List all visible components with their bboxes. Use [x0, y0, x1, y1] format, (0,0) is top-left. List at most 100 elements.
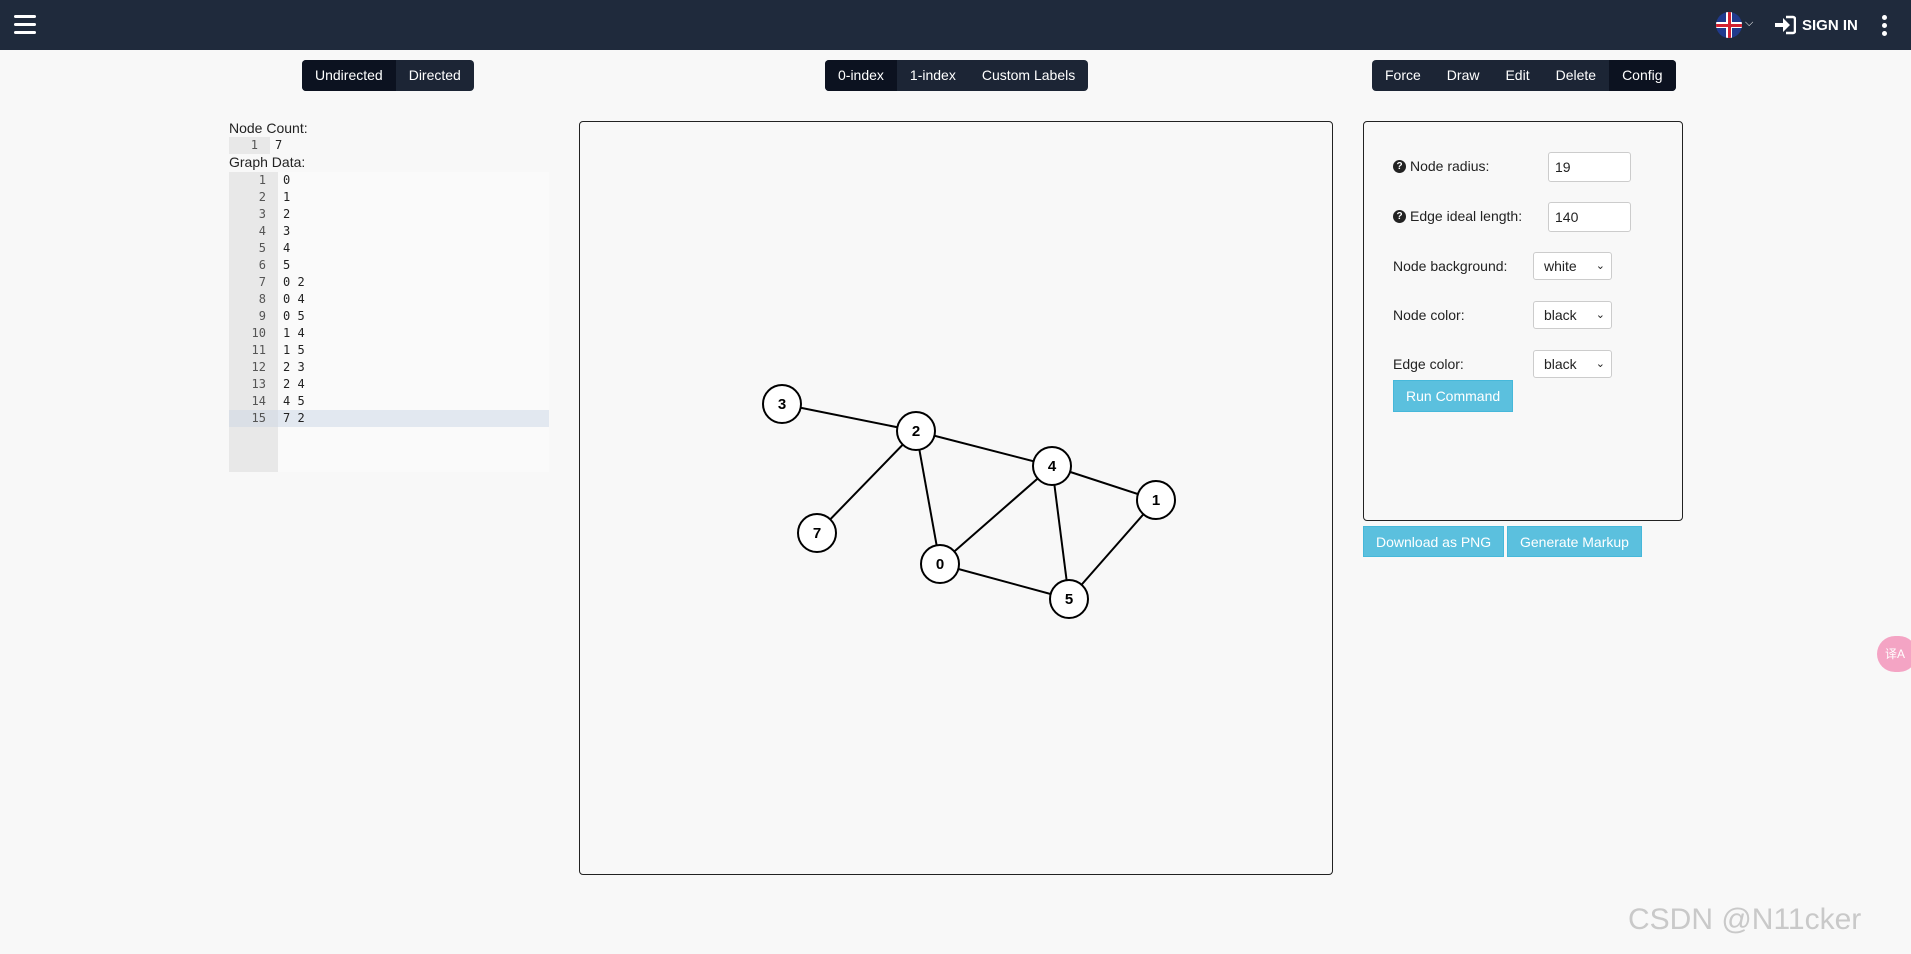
- graph-data-line: 3: [283, 224, 291, 238]
- edge-0-2[interactable]: [915, 430, 941, 565]
- line-number: 6: [258, 258, 266, 272]
- node-label: 1: [1152, 492, 1160, 509]
- graph-data-line: 7 2: [278, 410, 549, 427]
- uk-flag-icon: [1716, 12, 1742, 38]
- undirected-button[interactable]: Undirected: [302, 60, 396, 91]
- graph-data-line: 0 5: [283, 309, 305, 323]
- one-index-button[interactable]: 1-index: [897, 60, 969, 91]
- graph-data-line: 0 4: [283, 292, 305, 306]
- node-background-select[interactable]: white ⌄: [1533, 252, 1612, 280]
- node-0[interactable]: 0: [920, 544, 960, 584]
- graph-data-editor[interactable]: 1 2 3 4 5 6 7 8 9 10 11 12 13 14 15 0123450 20 40 51 4…: [229, 172, 549, 472]
- help-icon[interactable]: ?: [1393, 159, 1406, 173]
- line-number: 9: [258, 309, 266, 323]
- node-radius-input[interactable]: [1548, 152, 1631, 182]
- delete-mode-button[interactable]: Delete: [1543, 60, 1609, 91]
- node-color-select[interactable]: black ⌄: [1533, 301, 1612, 329]
- graph-data-line: 4 5: [283, 394, 305, 408]
- node-4[interactable]: 4: [1032, 446, 1072, 486]
- sign-in-label: SIGN IN: [1802, 16, 1858, 34]
- node-background-label: Node background:: [1393, 258, 1508, 274]
- node-label: 5: [1065, 591, 1073, 608]
- chevron-down-icon: ⌄: [1595, 260, 1605, 272]
- sign-in-icon: [1775, 15, 1796, 35]
- directed-button[interactable]: Directed: [396, 60, 474, 91]
- node-label: 3: [778, 396, 786, 413]
- help-icon[interactable]: ?: [1393, 209, 1406, 223]
- force-mode-button[interactable]: Force: [1372, 60, 1434, 91]
- edge-2-3[interactable]: [781, 403, 917, 432]
- node-2[interactable]: 2: [896, 411, 936, 451]
- graph-data-line: 5: [283, 258, 291, 272]
- edge-color-select[interactable]: black ⌄: [1533, 350, 1612, 378]
- line-number: 10: [251, 326, 266, 340]
- edge-7-2[interactable]: [816, 430, 917, 534]
- menu-icon[interactable]: [14, 15, 36, 35]
- edge-0-4[interactable]: [939, 465, 1053, 565]
- mode-toggle: Force Draw Edit Delete Config: [1372, 60, 1676, 91]
- chevron-down-icon: ⌵: [1745, 17, 1754, 29]
- node-count-editor[interactable]: 1 7: [229, 137, 549, 154]
- graph-data-line: 1 5: [283, 343, 305, 357]
- graph-data-line: 0: [283, 173, 291, 187]
- edge-color-label: Edge color:: [1393, 356, 1464, 372]
- graph-data-line: 2 4: [283, 377, 305, 391]
- node-count-value: 7: [275, 138, 283, 152]
- custom-labels-button[interactable]: Custom Labels: [969, 60, 1088, 91]
- line-number: 2: [258, 190, 266, 204]
- graph-data-line: 2 3: [283, 360, 305, 374]
- graph-data-line: 4: [283, 241, 291, 255]
- graph-type-toggle: Undirected Directed: [302, 60, 474, 91]
- edge-length-row: ? Edge ideal length:: [1393, 208, 1522, 224]
- graph-data-line: 1 4: [283, 326, 305, 340]
- line-number: 4: [258, 224, 266, 238]
- line-number: 3: [258, 207, 266, 221]
- node-label: 4: [1048, 458, 1057, 475]
- zero-index-button[interactable]: 0-index: [825, 60, 897, 91]
- run-command-button[interactable]: Run Command: [1393, 380, 1514, 412]
- sign-in-button[interactable]: SIGN IN: [1774, 13, 1858, 37]
- top-navbar: ⌵ SIGN IN: [0, 0, 1911, 50]
- node-7[interactable]: 7: [797, 513, 837, 553]
- line-number: 15: [229, 410, 278, 427]
- edit-mode-button[interactable]: Edit: [1492, 60, 1542, 91]
- config-panel: ? Node radius: ? Edge ideal length: Node…: [1363, 121, 1683, 521]
- line-number: 11: [251, 343, 266, 357]
- more-options-icon[interactable]: [1882, 15, 1890, 37]
- edge-length-label: Edge ideal length:: [1410, 208, 1523, 224]
- chevron-down-icon: ⌄: [1595, 309, 1605, 321]
- download-png-button[interactable]: Download as PNG: [1363, 526, 1505, 557]
- line-number: 13: [251, 377, 266, 391]
- line-number: 5: [258, 241, 266, 255]
- graph-data-line: 2: [283, 207, 291, 221]
- node-count-label: Node Count:: [229, 120, 308, 136]
- chevron-down-icon: ⌄: [1595, 358, 1605, 370]
- graph-data-line: 0 2: [283, 275, 305, 289]
- node-radius-label: Node radius:: [1410, 158, 1490, 174]
- line-number: 14: [251, 394, 266, 408]
- graph-data-line: 1: [283, 190, 291, 204]
- line-number: 1: [258, 173, 266, 187]
- generate-markup-button[interactable]: Generate Markup: [1507, 526, 1642, 557]
- line-number: 7: [258, 275, 266, 289]
- graph-canvas[interactable]: 0 1 2 3 4 5 7: [579, 121, 1333, 875]
- graph-svg: 0 1 2 3 4 5 7: [762, 384, 1176, 619]
- translate-widget[interactable]: 译A: [1877, 636, 1911, 672]
- line-number: 8: [258, 292, 266, 306]
- config-mode-button[interactable]: Config: [1609, 60, 1676, 91]
- edge-4-5[interactable]: [1051, 465, 1070, 600]
- line-number: 12: [251, 360, 266, 374]
- draw-mode-button[interactable]: Draw: [1434, 60, 1493, 91]
- node-label: 0: [936, 556, 944, 573]
- node-label: 7: [813, 525, 821, 542]
- language-selector[interactable]: ⌵: [1716, 12, 1756, 38]
- node-label: 2: [912, 423, 920, 440]
- edge-2-4[interactable]: [915, 430, 1053, 467]
- edge-length-input[interactable]: [1548, 202, 1631, 232]
- node-5[interactable]: 5: [1049, 579, 1089, 619]
- node-1[interactable]: 1: [1136, 480, 1176, 520]
- node-3[interactable]: 3: [762, 384, 802, 424]
- indexing-toggle: 0-index 1-index Custom Labels: [825, 60, 1089, 91]
- edge-0-5[interactable]: [939, 563, 1070, 600]
- node-color-label: Node color:: [1393, 307, 1465, 323]
